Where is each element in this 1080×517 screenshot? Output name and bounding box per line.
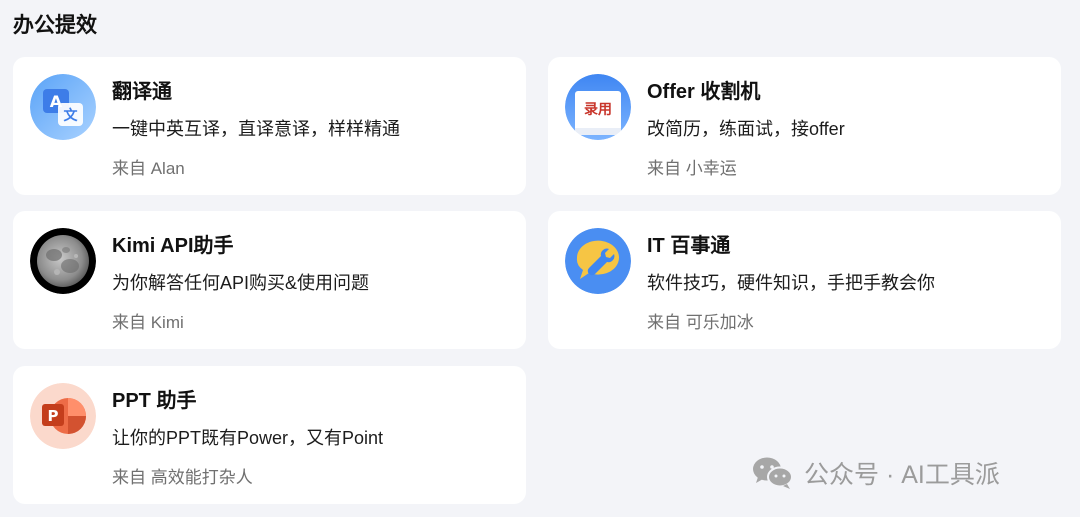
page: 办公提效 A 文 翻译通 一键中英互译，直译意译，样样精通 来自 Alan 录用… [0,0,1080,517]
translate-icon: A 文 [30,74,96,140]
bot-name: PPT 助手 [112,390,197,412]
wrench-chat-icon [565,228,631,294]
powerpoint-icon: P [30,383,96,449]
bot-description: 改简历，练面试，接offer [647,119,845,139]
bot-author: 来自 可乐加冰 [647,313,754,332]
wechat-icon [752,456,794,490]
bot-card-translator[interactable]: A 文 翻译通 一键中英互译，直译意译，样样精通 来自 Alan [13,57,526,195]
bot-description: 为你解答任何API购买&使用问题 [112,273,370,293]
svg-text:P: P [48,407,59,425]
bot-description: 让你的PPT既有Power，又有Point [112,428,384,448]
bot-author: 来自 Kimi [112,313,184,332]
watermark: 公众号 · AI工具派 [752,455,1000,491]
watermark-text: 公众号 · AI工具派 [804,461,1000,489]
bot-card-offer-harvester[interactable]: 录用 Offer 收割机 改简历，练面试，接offer 来自 小幸运 [548,57,1061,195]
section-title: 办公提效 [13,14,97,37]
stamp-label: 录用 [584,102,612,118]
bot-author: 来自 高效能打杂人 [112,468,253,487]
bot-description: 一键中英互译，直译意译，样样精通 [112,119,400,139]
bot-author: 来自 小幸运 [647,159,737,178]
bot-author: 来自 Alan [112,159,185,178]
hired-stamp-icon: 录用 [565,74,631,140]
bot-card-kimi-api[interactable]: Kimi API助手 为你解答任何API购买&使用问题 来自 Kimi [13,211,526,349]
bot-name: Kimi API助手 [112,235,234,257]
bot-name: Offer 收割机 [647,81,761,103]
bot-card-ppt[interactable]: P PPT 助手 让你的PPT既有Power，又有Point 来自 高效能打杂人 [13,366,526,504]
svg-text:文: 文 [64,107,79,124]
moon-icon [30,228,96,294]
bot-name: IT 百事通 [647,235,731,257]
bot-name: 翻译通 [112,81,172,103]
bot-description: 软件技巧，硬件知识，手把手教会你 [647,273,935,293]
bot-card-it-expert[interactable]: IT 百事通 软件技巧，硬件知识，手把手教会你 来自 可乐加冰 [548,211,1061,349]
